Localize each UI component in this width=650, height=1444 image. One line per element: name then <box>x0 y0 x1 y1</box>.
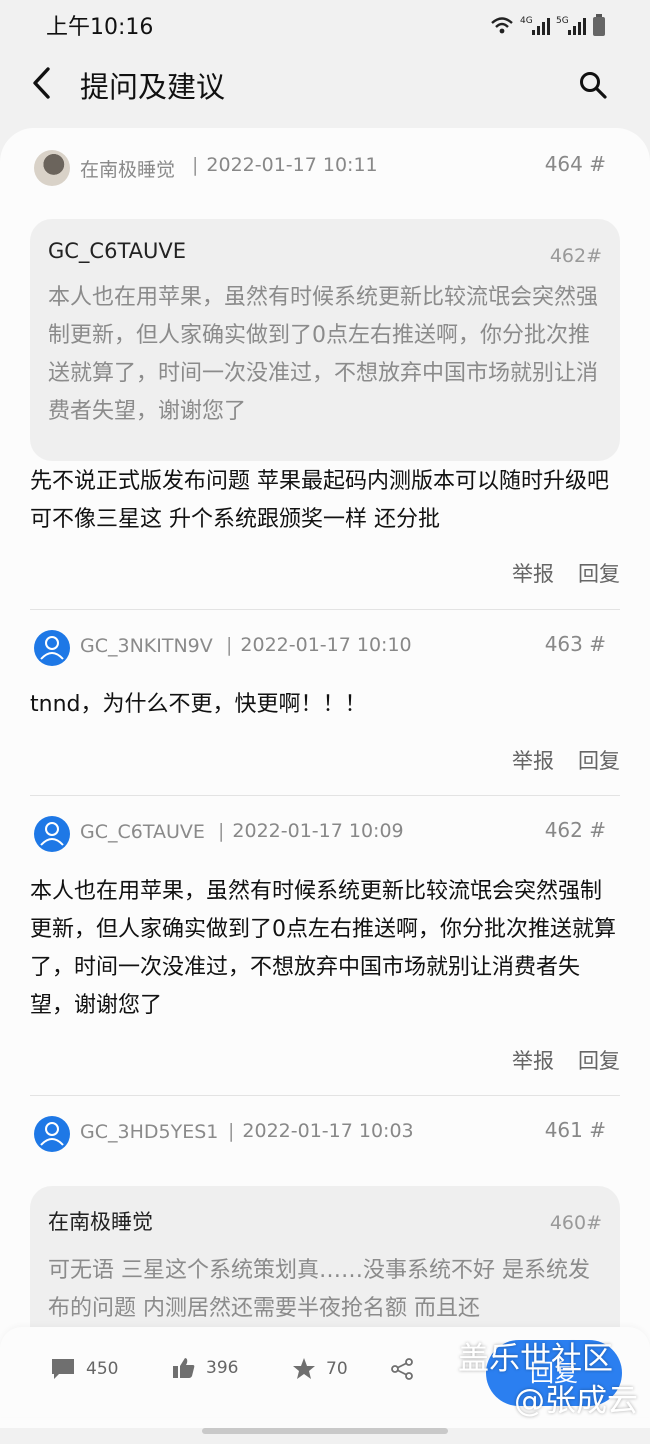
comment-list[interactable]: 在南极睡觉 2022-01-17 10:11 464 # GC_C6TAUVE … <box>0 128 650 1428</box>
status-bar: 上午10:16 4G 5G <box>0 0 650 50</box>
report-button[interactable]: 举报 <box>512 558 554 588</box>
reply-link[interactable]: 回复 <box>578 1045 620 1075</box>
like-button[interactable]: 396 <box>172 1357 238 1379</box>
quoted-text: 本人也在用苹果，虽然有时候系统更新比较流氓会突然强制更新，但人家确实做到了0点左… <box>48 285 599 424</box>
comment-header: 在南极睡觉 2022-01-17 10:11 464 # <box>0 150 650 190</box>
report-button[interactable]: 举报 <box>512 745 554 775</box>
user-icon <box>40 822 64 846</box>
comment-actions: 举报 回复 <box>512 745 620 775</box>
quoted-floor-number: 460# <box>549 1212 602 1234</box>
comment-text: 本人也在用苹果，虽然有时候系统更新比较流氓会突然强制更新，但人家确实做到了0点左… <box>30 879 616 1018</box>
favorite-button[interactable]: 70 <box>292 1357 348 1381</box>
signal-4g-icon: 4G <box>520 16 550 35</box>
signal-5g-icon: 5G <box>556 16 586 35</box>
comment-text: tnnd，为什么不更，快更啊！！！ <box>30 692 367 717</box>
thumbs-up-icon <box>173 1358 195 1378</box>
quoted-username: 在南极睡觉 <box>48 1210 153 1234</box>
comment-count-button[interactable]: 450 <box>50 1357 118 1381</box>
avatar[interactable] <box>34 816 70 852</box>
quoted-floor-number: 462# <box>549 245 602 267</box>
battery-icon <box>593 14 605 36</box>
header: 提问及建议 <box>0 50 650 118</box>
comment-item: 在南极睡觉 2022-01-17 10:11 464 # <box>0 150 650 190</box>
username[interactable]: GC_3HD5YES1 <box>80 1121 218 1143</box>
watermark-line2: @张成云 <box>514 1383 638 1419</box>
network-4g-label: 4G <box>520 16 533 26</box>
divider <box>30 1095 620 1096</box>
username[interactable]: GC_C6TAUVE <box>80 821 205 843</box>
floor-number: 463 # <box>544 632 606 656</box>
status-icons: 4G 5G <box>490 14 606 36</box>
star-icon <box>293 1358 315 1379</box>
quoted-username: GC_C6TAUVE <box>48 239 187 263</box>
comment-text: 先不说正式版发布问题 苹果最起码内测版本可以随时升级吧 可不像三星这 升个系统跟… <box>30 469 609 532</box>
floor-number: 464 # <box>544 152 606 176</box>
quoted-text: 可无语 三星这个系统策划真……没事系统不好 是系统发布的问题 内测居然还需要半夜… <box>48 1258 590 1321</box>
timestamp: 2022-01-17 10:03 <box>228 1120 413 1142</box>
avatar[interactable] <box>34 1116 70 1152</box>
timestamp: 2022-01-17 10:09 <box>218 820 403 842</box>
home-indicator[interactable] <box>202 1428 448 1434</box>
user-icon <box>40 1122 64 1146</box>
wifi-icon <box>491 17 513 34</box>
search-icon[interactable] <box>578 70 608 100</box>
reply-link[interactable]: 回复 <box>578 745 620 775</box>
floor-number: 462 # <box>544 818 606 842</box>
favorite-count: 70 <box>326 1359 348 1379</box>
avatar[interactable] <box>34 630 70 666</box>
divider <box>30 609 620 610</box>
comment-actions: 举报 回复 <box>512 1045 620 1075</box>
username[interactable]: 在南极睡觉 <box>80 155 175 182</box>
reply-link[interactable]: 回复 <box>578 558 620 588</box>
status-time: 上午10:16 <box>46 15 154 40</box>
comment-header: GC_3NKITN9V 2022-01-17 10:10 463 # <box>0 630 650 670</box>
back-arrow-icon[interactable] <box>28 66 58 100</box>
timestamp: 2022-01-17 10:11 <box>192 154 377 176</box>
report-button[interactable]: 举报 <box>512 1045 554 1075</box>
quoted-comment[interactable]: GC_C6TAUVE 462# 本人也在用苹果，虽然有时候系统更新比较流氓会突然… <box>30 219 620 461</box>
floor-number: 461 # <box>544 1118 606 1142</box>
comment-actions: 举报 回复 <box>512 558 620 588</box>
comment-icon <box>52 1359 74 1379</box>
comment-item: GC_3NKITN9V 2022-01-17 10:10 463 # <box>0 630 650 670</box>
username[interactable]: GC_3NKITN9V <box>80 635 213 657</box>
watermark: 盖乐世社区 @张成云 <box>458 1338 648 1422</box>
divider <box>30 795 620 796</box>
share-button[interactable] <box>390 1357 414 1381</box>
comment-header: GC_3HD5YES1 2022-01-17 10:03 461 # <box>0 1116 650 1156</box>
avatar[interactable] <box>34 150 70 186</box>
share-icon <box>391 1358 413 1380</box>
comment-item: GC_3HD5YES1 2022-01-17 10:03 461 # <box>0 1116 650 1156</box>
like-count: 396 <box>206 1358 239 1378</box>
user-icon <box>40 636 64 660</box>
timestamp: 2022-01-17 10:10 <box>226 634 411 656</box>
comment-header: GC_C6TAUVE 2022-01-17 10:09 462 # <box>0 816 650 856</box>
page-title: 提问及建议 <box>80 70 226 104</box>
comment-count: 450 <box>86 1359 119 1379</box>
watermark-line1: 盖乐世社区 <box>458 1341 613 1377</box>
network-5g-label: 5G <box>556 16 569 26</box>
comment-item: GC_C6TAUVE 2022-01-17 10:09 462 # <box>0 816 650 856</box>
